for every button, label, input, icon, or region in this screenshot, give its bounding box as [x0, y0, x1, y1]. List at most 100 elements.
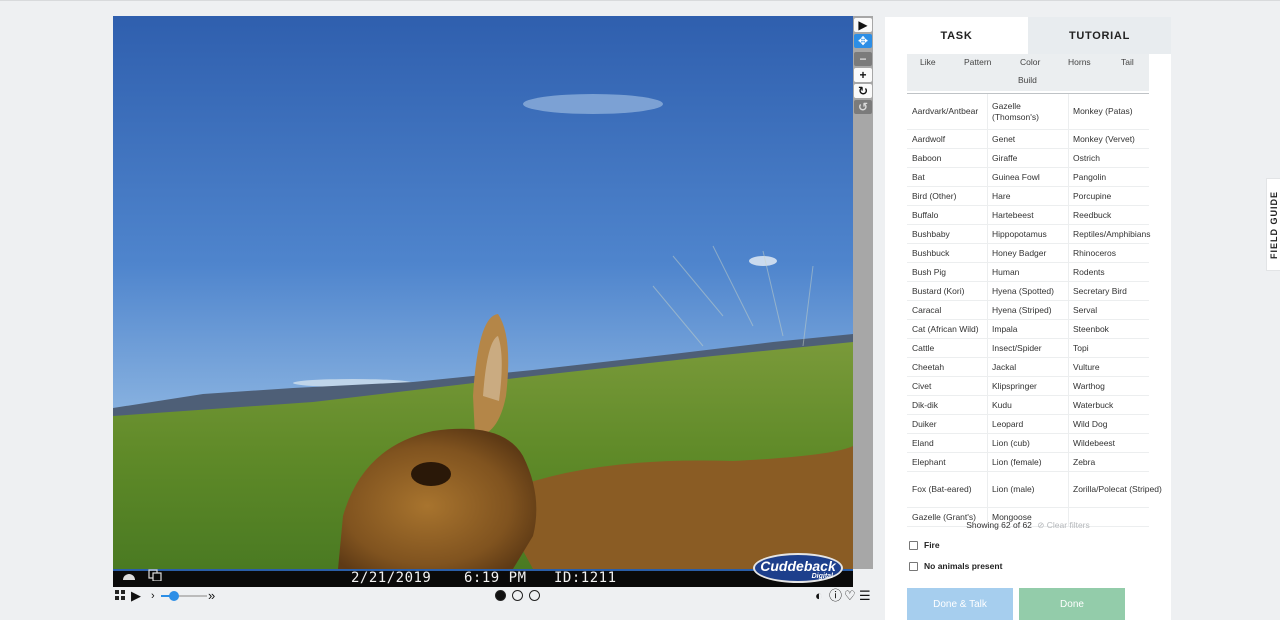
species-option[interactable]: Zorilla/Polecat (Striped) — [1072, 472, 1162, 507]
species-option[interactable]: Hyena (Spotted) — [991, 282, 1067, 300]
species-option[interactable]: Serval — [1072, 301, 1162, 319]
zoom-in-icon[interactable]: + — [854, 68, 872, 82]
species-option[interactable]: Cheetah — [912, 358, 986, 376]
species-option[interactable]: Vulture — [1072, 358, 1162, 376]
tab-tutorial[interactable]: TUTORIAL — [1028, 17, 1171, 54]
species-option[interactable]: Steenbok — [1072, 320, 1162, 338]
species-option[interactable]: Hartebeest — [991, 206, 1067, 224]
species-row: Bustard (Kori) Hyena (Spotted) Secretary B… — [907, 282, 1149, 301]
species-option[interactable]: Cattle — [912, 339, 986, 357]
species-option[interactable]: Klipspringer — [991, 377, 1067, 395]
species-option[interactable]: Bird (Other) — [912, 187, 986, 205]
clear-filters-button[interactable]: ⊘ Clear filters — [1037, 520, 1089, 530]
pointer-icon[interactable]: ▶ — [854, 18, 872, 32]
filter-build[interactable]: Build — [1018, 75, 1037, 85]
no-animals-checkbox[interactable] — [909, 561, 918, 571]
favorite-icon[interactable]: ♡ — [844, 589, 856, 603]
filter-tail[interactable]: Tail — [1121, 57, 1134, 67]
species-option[interactable]: Secretary Bird — [1072, 282, 1162, 300]
species-option[interactable]: Eland — [912, 434, 986, 452]
move-icon[interactable]: ✥ — [854, 34, 872, 48]
field-guide-tab[interactable]: FIELD GUIDE — [1266, 178, 1280, 271]
species-option[interactable]: Gazelle (Thomson's) — [991, 94, 1067, 129]
species-option[interactable]: Lion (female) — [991, 453, 1067, 471]
species-option[interactable]: Caracal — [912, 301, 986, 319]
species-option[interactable]: Bush Pig — [912, 263, 986, 281]
grid-divider — [1068, 94, 1069, 527]
play-icon[interactable]: ▶ — [131, 589, 141, 603]
species-option[interactable]: Lion (cub) — [991, 434, 1067, 452]
species-option[interactable]: Kudu — [991, 396, 1067, 414]
species-option[interactable]: Waterbuck — [1072, 396, 1162, 414]
species-option[interactable]: Hippopotamus — [991, 225, 1067, 243]
species-option[interactable]: Dik-dik — [912, 396, 986, 414]
species-option[interactable]: Bushbuck — [912, 244, 986, 262]
contrast-icon[interactable]: ◐ — [815, 589, 823, 603]
species-option[interactable]: Guinea Fowl — [991, 168, 1067, 186]
species-option[interactable]: Jackal — [991, 358, 1067, 376]
tab-task[interactable]: TASK — [885, 17, 1028, 54]
filter-color[interactable]: Color — [1020, 57, 1040, 67]
species-option[interactable]: Lion (male) — [991, 472, 1067, 507]
species-option[interactable]: Hare — [991, 187, 1067, 205]
species-option[interactable]: Genet — [991, 130, 1067, 148]
species-option[interactable]: Leopard — [991, 415, 1067, 433]
faster-icon[interactable]: » — [208, 589, 215, 603]
species-option[interactable]: Wild Dog — [1072, 415, 1162, 433]
fire-option[interactable]: Fire — [909, 540, 940, 550]
species-option[interactable]: Reptiles/Amphibians — [1072, 225, 1162, 243]
collections-icon[interactable]: ☰ — [859, 589, 871, 603]
speed-slider[interactable] — [161, 591, 207, 601]
frame-dot-3[interactable] — [529, 590, 540, 601]
frame-dot-2[interactable] — [512, 590, 523, 601]
slower-icon[interactable]: › — [151, 589, 155, 603]
species-option[interactable]: Wildebeest — [1072, 434, 1162, 452]
species-option[interactable]: Human — [991, 263, 1067, 281]
species-option[interactable]: Elephant — [912, 453, 986, 471]
no-animals-option[interactable]: No animals present — [909, 561, 1002, 571]
species-option[interactable]: Cat (African Wild) — [912, 320, 986, 338]
species-option[interactable]: Bat — [912, 168, 986, 186]
species-option[interactable]: Honey Badger — [991, 244, 1067, 262]
frame-dot-1[interactable] — [495, 590, 506, 601]
done-and-talk-button[interactable]: Done & Talk — [907, 588, 1013, 620]
species-option[interactable]: Porcupine — [1072, 187, 1162, 205]
species-option[interactable]: Pangolin — [1072, 168, 1162, 186]
reset-icon[interactable]: ↺ — [854, 100, 872, 114]
zoom-out-icon[interactable]: − — [854, 52, 872, 66]
species-option[interactable]: Ostrich — [1072, 149, 1162, 167]
species-row: Baboon Giraffe Ostrich — [907, 149, 1149, 168]
task-panel: TASK TUTORIAL Like Pattern Color Horns T… — [885, 17, 1171, 620]
fire-checkbox[interactable] — [909, 540, 918, 550]
filter-like[interactable]: Like — [920, 57, 936, 67]
species-option[interactable]: Insect/Spider — [991, 339, 1067, 357]
species-option[interactable]: Rhinoceros — [1072, 244, 1162, 262]
species-option[interactable]: Rodents — [1072, 263, 1162, 281]
species-option[interactable]: Fox (Bat-eared) — [912, 472, 986, 507]
species-option[interactable]: Warthog — [1072, 377, 1162, 395]
filter-pattern[interactable]: Pattern — [964, 57, 991, 67]
species-option[interactable]: Duiker — [912, 415, 986, 433]
species-row: Eland Lion (cub) Wildebeest — [907, 434, 1149, 453]
rotate-icon[interactable]: ↻ — [854, 84, 872, 98]
done-button[interactable]: Done — [1019, 588, 1125, 620]
species-option[interactable]: Civet — [912, 377, 986, 395]
species-option[interactable]: Buffalo — [912, 206, 986, 224]
species-option[interactable]: Bustard (Kori) — [912, 282, 986, 300]
species-option[interactable]: Impala — [991, 320, 1067, 338]
species-option[interactable]: Hyena (Striped) — [991, 301, 1067, 319]
species-option[interactable]: Giraffe — [991, 149, 1067, 167]
species-option[interactable]: Bushbaby — [912, 225, 986, 243]
filter-horns[interactable]: Horns — [1068, 57, 1091, 67]
species-option[interactable]: Aardwolf — [912, 130, 986, 148]
species-option[interactable]: Aardvark/Antbear — [912, 94, 986, 129]
species-option[interactable]: Zebra — [1072, 453, 1162, 471]
species-option[interactable]: Reedbuck — [1072, 206, 1162, 224]
species-option[interactable]: Monkey (Patas) — [1072, 94, 1162, 129]
info-icon[interactable]: ⓘ — [829, 589, 842, 603]
species-option[interactable]: Monkey (Vervet) — [1072, 130, 1162, 148]
species-option[interactable]: Topi — [1072, 339, 1162, 357]
subject-image[interactable]: 2/21/2019 6:19 PM ID:1211 Cuddeback Digi… — [113, 16, 853, 587]
species-option[interactable]: Baboon — [912, 149, 986, 167]
grid-view-icon[interactable] — [115, 590, 125, 600]
